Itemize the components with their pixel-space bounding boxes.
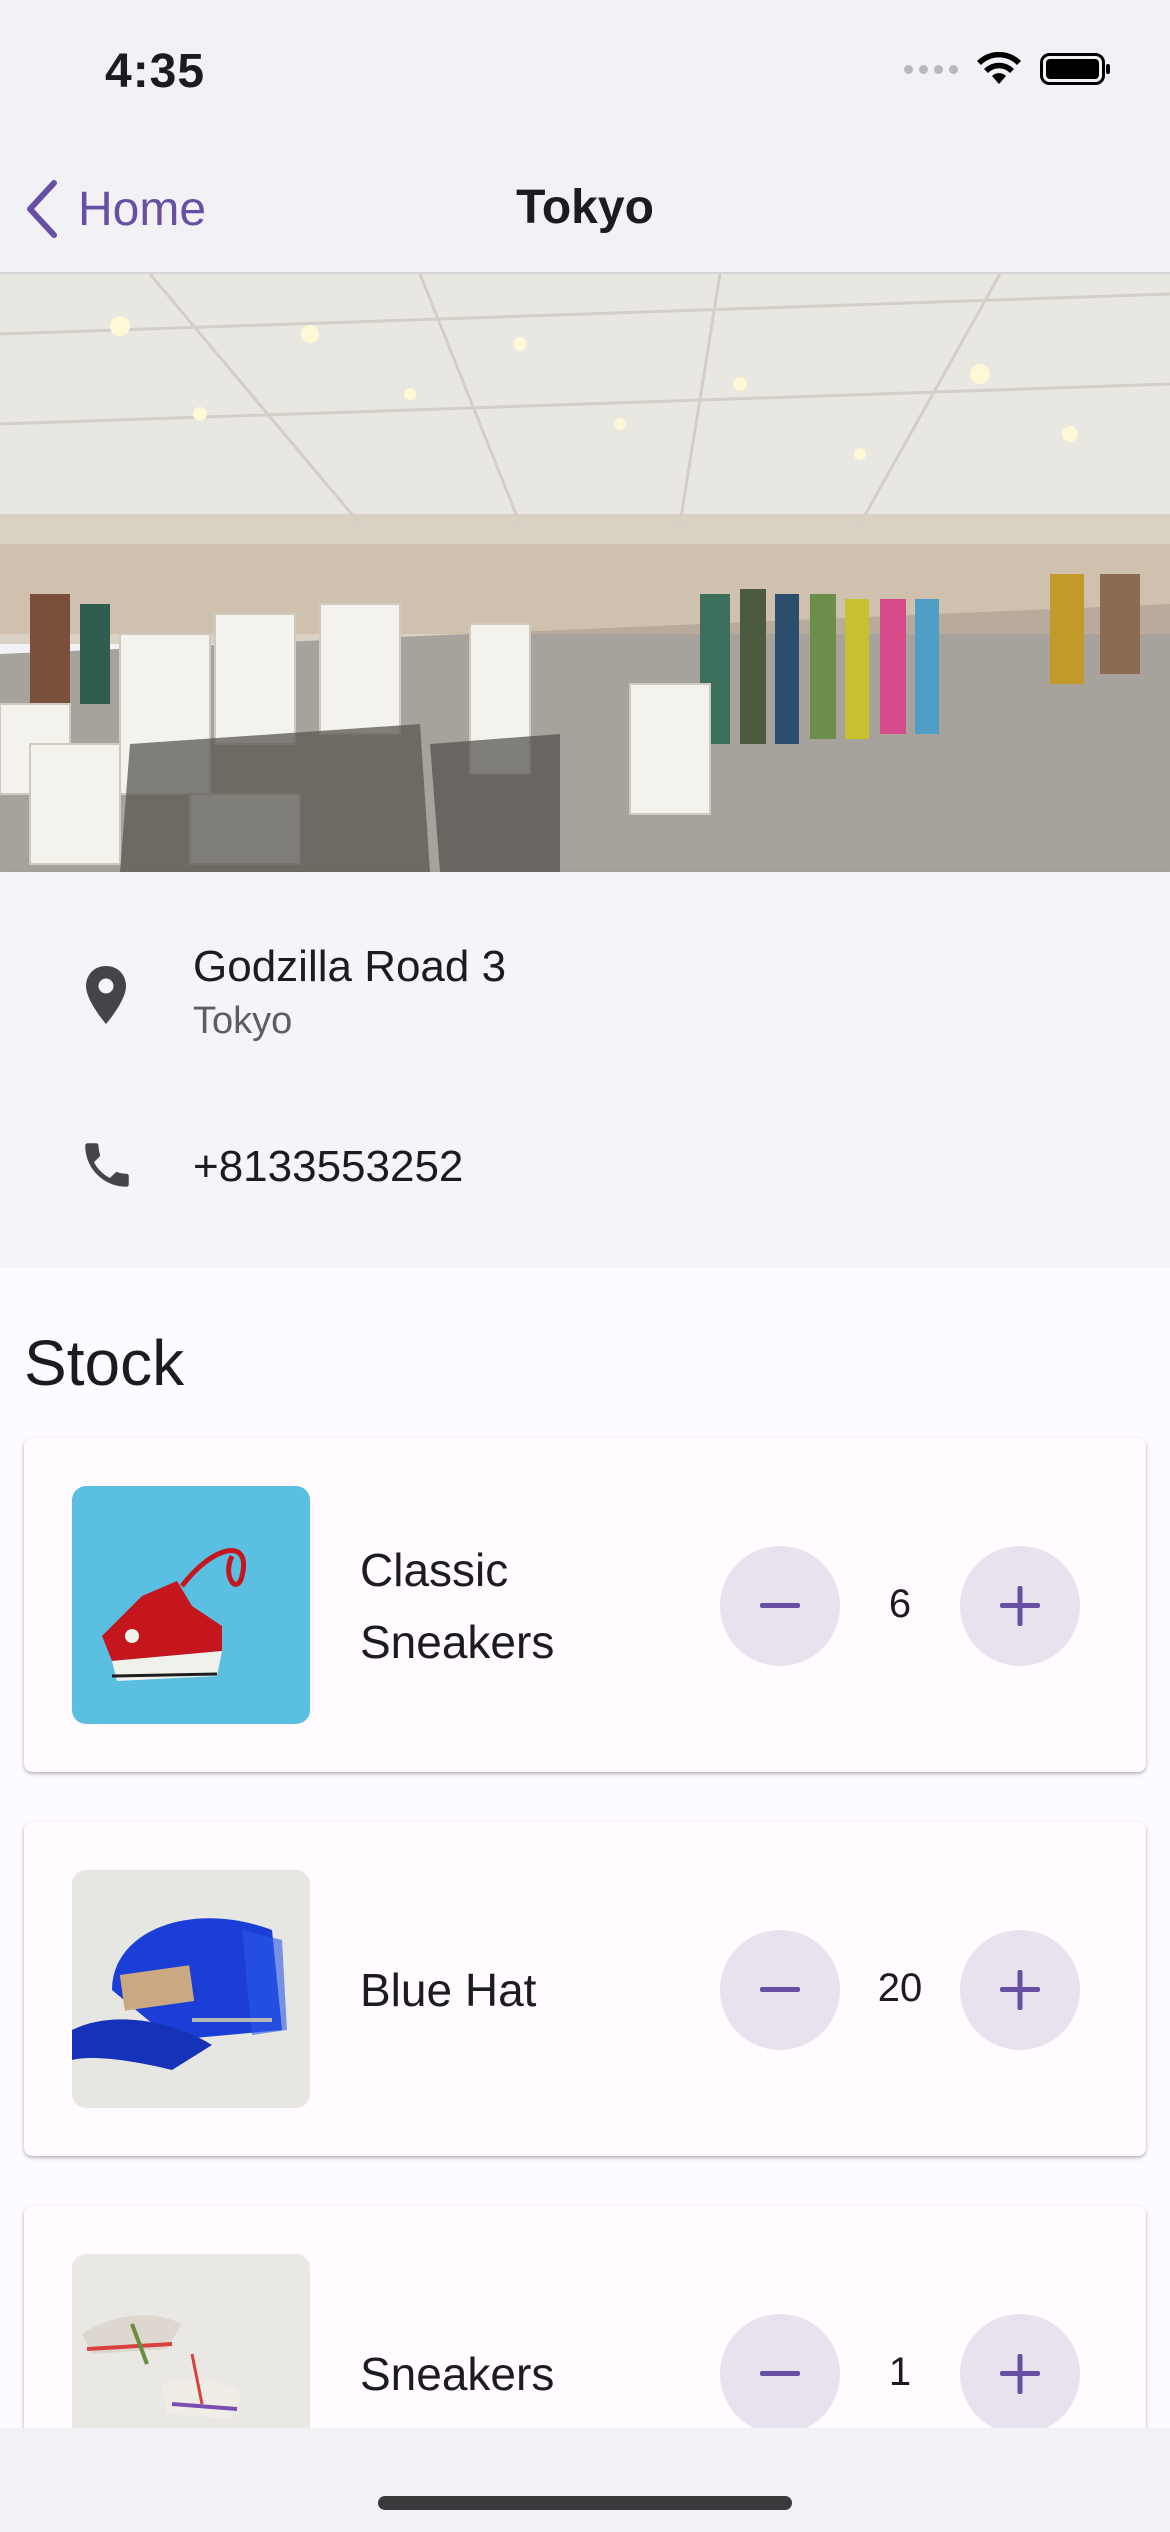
store-photo bbox=[0, 274, 1170, 872]
increase-quantity-button[interactable] bbox=[960, 2314, 1080, 2428]
status-bar: 4:35 bbox=[0, 0, 1170, 150]
product-image-blue-hat bbox=[72, 1870, 310, 2108]
store-address: Godzilla Road 3 bbox=[193, 942, 507, 991]
phone-icon bbox=[85, 1143, 129, 1187]
stock-list: Stock Classic Sneakers 6 Blue Hat 20 Sne… bbox=[0, 1268, 1170, 2428]
decrease-quantity-button[interactable] bbox=[720, 1930, 840, 2050]
decrease-quantity-button[interactable] bbox=[720, 2314, 840, 2428]
store-phone[interactable]: +8133553252 bbox=[193, 1142, 463, 1192]
plus-icon bbox=[1000, 1970, 1040, 2010]
product-name: Blue Hat bbox=[360, 1964, 537, 2016]
status-time: 4:35 bbox=[105, 45, 206, 98]
minus-icon bbox=[760, 1603, 800, 1608]
stock-item-card: Classic Sneakers 6 bbox=[24, 1438, 1146, 1772]
home-indicator-area bbox=[0, 2428, 1170, 2532]
increase-quantity-button[interactable] bbox=[960, 1930, 1080, 2050]
minus-icon bbox=[760, 2371, 800, 2376]
store-city: Tokyo bbox=[193, 1000, 293, 1042]
minus-icon bbox=[760, 1987, 800, 1992]
stock-item-card: Sneakers 1 bbox=[24, 2206, 1146, 2428]
cellular-signal-icon bbox=[904, 64, 958, 74]
plus-icon bbox=[1000, 1586, 1040, 1626]
product-image-classic-sneakers bbox=[72, 1486, 310, 1724]
quantity-value: 1 bbox=[888, 2350, 912, 2394]
store-info: Godzilla Road 3 Tokyo +8133553252 bbox=[0, 872, 1170, 1271]
decrease-quantity-button[interactable] bbox=[720, 1546, 840, 1666]
product-name: Classic Sneakers bbox=[360, 1544, 555, 1668]
increase-quantity-button[interactable] bbox=[960, 1546, 1080, 1666]
page-title: Tokyo bbox=[516, 181, 654, 234]
stock-item-card: Blue Hat 20 bbox=[24, 1822, 1146, 2156]
status-icons bbox=[904, 52, 1112, 86]
product-name: Sneakers bbox=[360, 2348, 555, 2400]
quantity-value: 20 bbox=[877, 1966, 923, 2010]
location-pin-icon bbox=[86, 966, 126, 1024]
plus-icon bbox=[1000, 2354, 1040, 2394]
battery-icon bbox=[1040, 53, 1110, 85]
quantity-value: 6 bbox=[888, 1582, 912, 1626]
home-indicator[interactable] bbox=[378, 2496, 792, 2510]
product-image-sneakers bbox=[72, 2254, 310, 2428]
wifi-icon bbox=[977, 52, 1021, 84]
navigation-bar: Home Tokyo bbox=[0, 150, 1170, 274]
stock-section-title: Stock bbox=[24, 1327, 185, 1399]
